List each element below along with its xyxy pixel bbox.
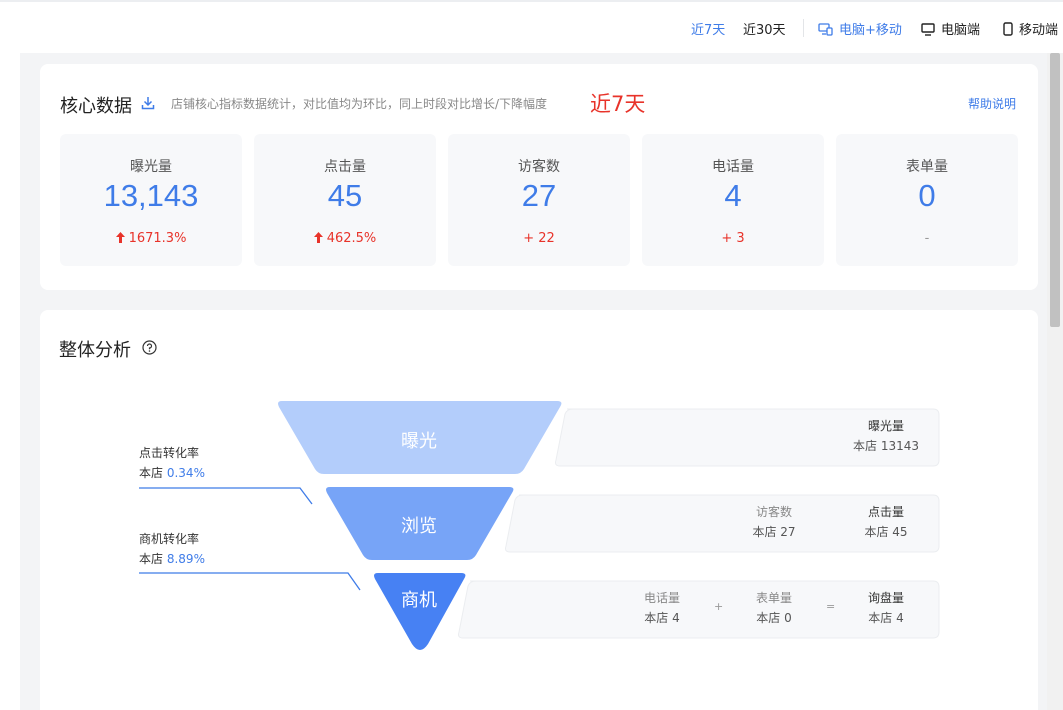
rate-prefix: 本店 (139, 466, 164, 480)
stat-inquiries: 询盘量 本店 4 (836, 588, 936, 628)
stage-label-opportunity: 商机 (401, 590, 437, 611)
period-highlight: 近7天 (590, 92, 646, 116)
download-icon[interactable] (141, 96, 155, 110)
metric-delta-value: 1671.3% (128, 231, 187, 246)
opportunity-rate-connector (139, 572, 361, 591)
period-30-days-tab[interactable]: 近30天 (743, 19, 786, 38)
opportunity-conversion-rate: 商机转化率 本店 8.89% (139, 529, 205, 569)
metric-card-exposure: 曝光量 13,143 1671.3% (60, 134, 242, 266)
scrollbar-thumb[interactable] (1050, 53, 1060, 327)
stat-value: 本店 4 (644, 611, 680, 625)
metric-label: 点击量 (324, 159, 366, 175)
rate-value: 8.89% (166, 552, 205, 566)
metric-card-calls: 电话量 4 + 3 (642, 134, 824, 266)
stat-value: 本店 45 (864, 525, 908, 539)
stat-label: 电话量 (643, 591, 680, 605)
metric-label: 曝光量 (130, 159, 172, 175)
rate-label: 商机转化率 (139, 532, 200, 546)
scrollbar[interactable] (1047, 53, 1063, 710)
device-pc-label: 电脑端 (941, 23, 981, 38)
click-rate-connector (139, 487, 313, 505)
core-data-card: 核心数据 店铺核心指标数据统计，对比值均为环比，同上时段对比增长/下降幅度 近7… (40, 64, 1038, 290)
stat-forms: 表单量 本店 0 (724, 588, 824, 628)
metric-label: 表单量 (906, 159, 948, 175)
device-all-label: 电脑+移动 (839, 23, 902, 38)
metric-value: 4 (724, 178, 742, 213)
metric-value: 13,143 (103, 178, 199, 213)
monitor-icon (921, 23, 935, 36)
left-panel-edge (0, 53, 20, 710)
device-mobile-tab[interactable]: 移动端 (1003, 19, 1058, 38)
metric-delta: - (924, 231, 930, 246)
click-conversion-rate: 点击转化率 本店 0.34% (139, 443, 205, 483)
rate-label: 点击转化率 (139, 446, 200, 460)
metric-value: 45 (327, 178, 363, 213)
stat-value: 本店 4 (868, 611, 904, 625)
device-pc-tab[interactable]: 电脑端 (921, 19, 980, 38)
plus-operator: + (714, 600, 724, 613)
core-data-subtitle: 店铺核心指标数据统计，对比值均为环比，同上时段对比增长/下降幅度 (171, 97, 548, 111)
core-data-title: 核心数据 (60, 96, 132, 117)
stage-label-browse: 浏览 (401, 516, 437, 537)
metric-label: 电话量 (712, 159, 754, 175)
overall-analysis-card: 整体分析 点击转化率 本店 0.34% 商机转化率 本店 8.89% 曝光 浏览… (40, 310, 1038, 710)
stat-label: 询盘量 (867, 591, 904, 605)
stage-label-exposure: 曝光 (401, 431, 437, 452)
stat-label: 访客数 (755, 505, 792, 519)
stat-value: 本店 0 (756, 611, 792, 625)
period-7-days-tab[interactable]: 近7天 (691, 19, 725, 38)
metric-card-forms: 表单量 0 - (836, 134, 1018, 266)
stat-clicks: 点击量 本店 45 (836, 502, 936, 542)
metric-card-visitors: 访客数 27 + 22 (448, 134, 630, 266)
metric-delta-value: 462.5% (326, 231, 377, 246)
metric-delta: 462.5% (254, 231, 436, 246)
stat-calls: 电话量 本店 4 (612, 588, 712, 628)
device-mobile-label: 移动端 (1019, 23, 1059, 38)
pc-mobile-icon (818, 23, 833, 36)
help-link[interactable]: 帮助说明 (968, 95, 1016, 112)
metric-value: 27 (521, 178, 557, 213)
device-all-tab[interactable]: 电脑+移动 (818, 19, 902, 38)
metric-card-clicks: 点击量 45 462.5% (254, 134, 436, 266)
rate-value: 0.34% (166, 466, 205, 480)
stat-exposure: 曝光量 本店 13143 (836, 416, 936, 456)
metric-delta: + 22 (523, 231, 555, 246)
equals-operator: = (826, 600, 836, 613)
rate-prefix: 本店 (139, 552, 164, 566)
metric-delta: 1671.3% (60, 231, 242, 246)
arrow-up-icon (313, 232, 323, 243)
divider (803, 19, 804, 37)
arrow-up-icon (115, 232, 125, 243)
stat-visitors: 访客数 本店 27 (724, 502, 824, 542)
stat-label: 点击量 (867, 505, 904, 519)
phone-icon (1003, 22, 1013, 36)
stat-label: 表单量 (755, 591, 792, 605)
metric-delta: + 3 (721, 231, 745, 246)
metric-value: 0 (918, 178, 936, 213)
stat-value: 本店 13143 (853, 439, 919, 453)
stat-value: 本店 27 (752, 525, 796, 539)
stat-label: 曝光量 (867, 419, 904, 433)
top-bar: 近7天 近30天 电脑+移动 电脑端 移动端 (0, 0, 1063, 53)
metric-label: 访客数 (518, 159, 560, 175)
